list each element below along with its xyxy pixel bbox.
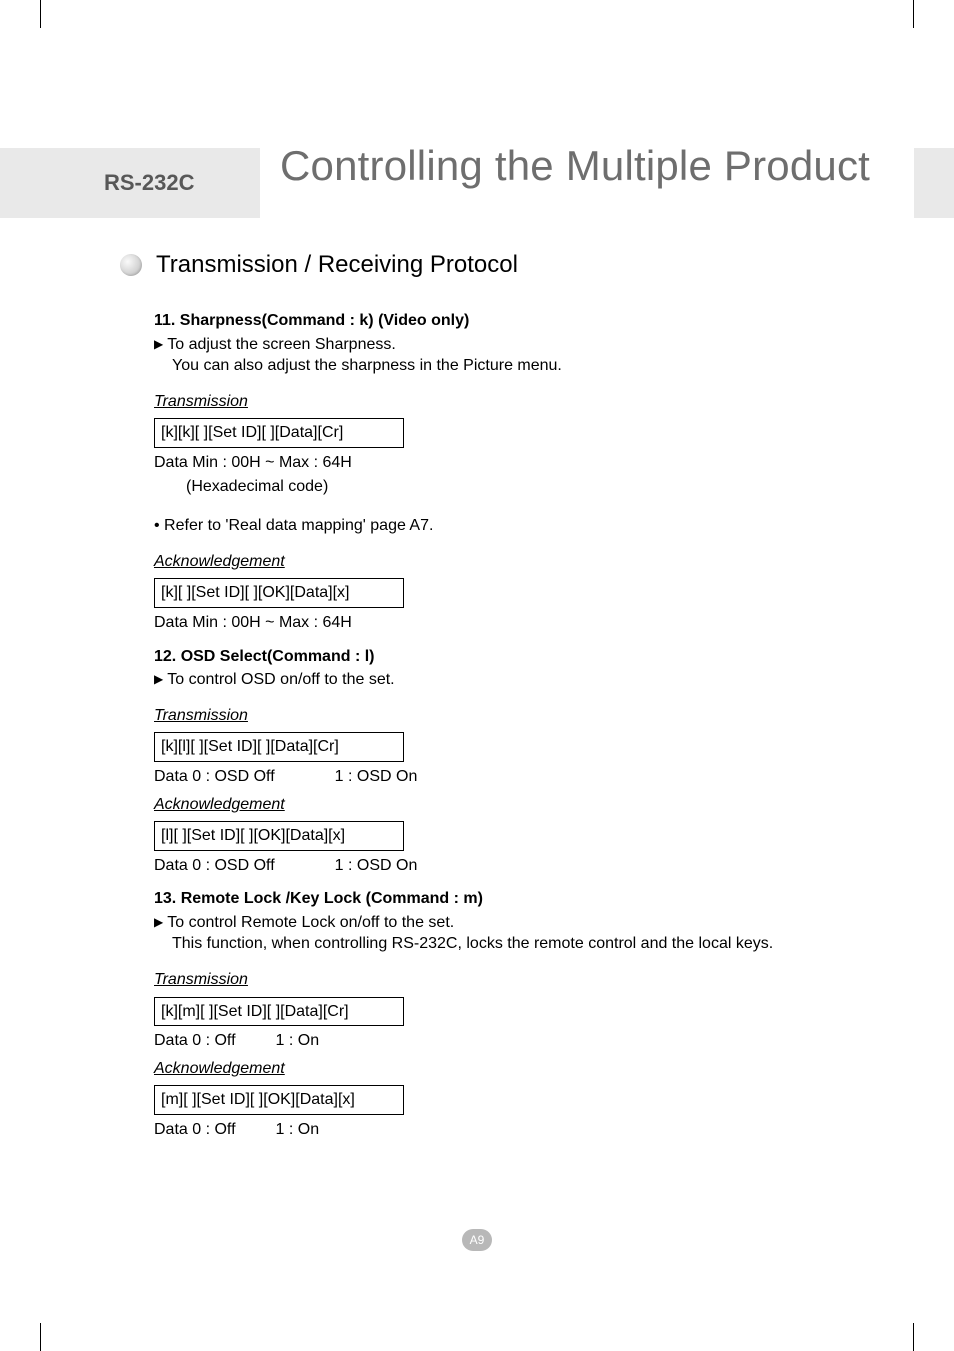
- cmd13-desc1-text: To control Remote Lock on/off to the set…: [167, 914, 454, 931]
- cmd13-ack-data-a: Data 0 : Off: [154, 1119, 236, 1141]
- cmd12-tx-data: Data 0 : OSD Off 1 : OSD On: [154, 766, 884, 788]
- cmd12-desc1: ▶ To control OSD on/off to the set.: [154, 669, 884, 691]
- cmd11-tx-code: [k][k][ ][Set ID][ ][Data][Cr]: [154, 418, 404, 448]
- cmd13-desc1: ▶ To control Remote Lock on/off to the se…: [154, 912, 884, 934]
- cmd11-desc1: ▶ To adjust the screen Sharpness.: [154, 334, 884, 356]
- cmd12-ack-data: Data 0 : OSD Off 1 : OSD On: [154, 855, 884, 877]
- cmd13-tx-data: Data 0 : Off 1 : On: [154, 1030, 884, 1052]
- cmd12-ack-code: [l][ ][Set ID][ ][OK][Data][x]: [154, 821, 404, 851]
- crop-mark-tl: [40, 0, 68, 28]
- cmd13-tx-code: [k][m][ ][Set ID][ ][Data][Cr]: [154, 997, 404, 1027]
- cmd11-desc1-text: To adjust the screen Sharpness.: [167, 336, 396, 353]
- crop-mark-bl: [40, 1323, 68, 1351]
- cmd11-ack-data: Data Min : 00H ~ Max : 64H: [154, 612, 884, 634]
- cmd11-ack-label: Acknowledgement: [154, 551, 884, 573]
- header-prefix: RS-232C: [104, 170, 194, 196]
- cmd13-tx-data-a: Data 0 : Off: [154, 1030, 236, 1052]
- cmd11-tx-data1: Data Min : 00H ~ Max : 64H: [154, 452, 884, 474]
- crop-mark-br: [886, 1323, 914, 1351]
- bullet-icon: [120, 254, 142, 276]
- cmd12-tx-label: Transmission: [154, 705, 884, 727]
- section-row: Transmission / Receiving Protocol: [120, 251, 518, 279]
- header-title: Controlling the Multiple Product: [280, 142, 870, 190]
- crop-mark-tr: [886, 0, 914, 28]
- cmd12-tx-data-b: 1 : OSD On: [335, 766, 418, 788]
- cmd12-title: 12. OSD Select(Command : l): [154, 646, 884, 668]
- cmd11-ack-code: [k][ ][Set ID][ ][OK][Data][x]: [154, 578, 404, 608]
- triangle-icon: ▶: [154, 915, 163, 929]
- cmd13-tx-data-b: 1 : On: [276, 1030, 320, 1052]
- page-number-badge: A9: [462, 1229, 492, 1251]
- cmd13-title: 13. Remote Lock /Key Lock (Command : m): [154, 888, 884, 910]
- cmd13-tx-label: Transmission: [154, 969, 884, 991]
- content: 11. Sharpness(Command : k) (Video only) …: [154, 310, 884, 1143]
- cmd13-ack-data: Data 0 : Off 1 : On: [154, 1119, 884, 1141]
- cmd11-desc2: You can also adjust the sharpness in the…: [172, 355, 884, 377]
- cmd13-desc2: This function, when controlling RS-232C,…: [172, 933, 884, 955]
- cmd11-tx-label: Transmission: [154, 391, 884, 413]
- cmd12-tx-code: [k][l][ ][Set ID][ ][Data][Cr]: [154, 732, 404, 762]
- cmd12-ack-label: Acknowledgement: [154, 794, 884, 816]
- cmd12-tx-data-a: Data 0 : OSD Off: [154, 766, 275, 788]
- cmd11-title: 11. Sharpness(Command : k) (Video only): [154, 310, 884, 332]
- triangle-icon: ▶: [154, 337, 163, 351]
- section-title: Transmission / Receiving Protocol: [156, 251, 518, 279]
- cmd13-ack-code: [m][ ][Set ID][ ][OK][Data][x]: [154, 1085, 404, 1115]
- cmd12-ack-data-a: Data 0 : OSD Off: [154, 855, 275, 877]
- cmd13-ack-data-b: 1 : On: [276, 1119, 320, 1141]
- cmd11-note: • Refer to 'Real data mapping' page A7.: [154, 515, 884, 537]
- cmd13-ack-label: Acknowledgement: [154, 1058, 884, 1080]
- cmd12-ack-data-b: 1 : OSD On: [335, 855, 418, 877]
- cmd11-tx-data2: (Hexadecimal code): [186, 476, 884, 498]
- triangle-icon: ▶: [154, 672, 163, 686]
- cmd12-desc1-text: To control OSD on/off to the set.: [167, 671, 394, 688]
